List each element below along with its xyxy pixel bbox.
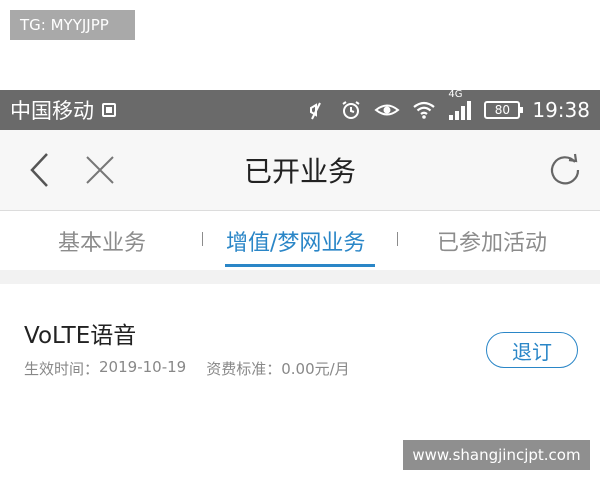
refresh-button[interactable] bbox=[545, 150, 585, 190]
refresh-icon bbox=[550, 153, 580, 185]
section-divider bbox=[0, 270, 600, 284]
tab-divider bbox=[397, 232, 398, 246]
watermark: www.shangjincjpt.com bbox=[403, 440, 590, 470]
tab-bar: 基本业务 增值/梦网业务 已参加活动 bbox=[0, 211, 600, 270]
nav-bar: 已开业务 bbox=[0, 130, 600, 211]
back-icon bbox=[30, 153, 48, 187]
fee-value: 0.00元/月 bbox=[281, 360, 350, 378]
tab-label: 增值/梦网业务 bbox=[226, 230, 366, 256]
tab-label: 基本业务 bbox=[58, 230, 147, 256]
tg-badge: TG: MYYJJPP bbox=[10, 10, 135, 40]
tab-value-added-services[interactable]: 增值/梦网业务 bbox=[226, 211, 365, 270]
tg-label: TG: MYYJJPP bbox=[20, 16, 109, 34]
unsubscribe-button[interactable]: 退订 bbox=[486, 332, 578, 368]
battery-icon: 80 bbox=[484, 101, 524, 119]
wifi-icon bbox=[412, 100, 436, 120]
network-type: 4G bbox=[448, 89, 463, 100]
service-name: VoLTE语音 bbox=[24, 323, 137, 349]
active-tab-indicator bbox=[225, 264, 375, 267]
tab-joined-activities[interactable]: 已参加活动 bbox=[437, 211, 547, 270]
watermark-text: www.shangjincjpt.com bbox=[412, 446, 581, 464]
status-bar: 中国移动 4G 80 19:38 bbox=[0, 89, 600, 130]
carrier-name: 中国移动 bbox=[10, 99, 94, 123]
service-meta: 生效时间： 2019-10-19 资费标准： 0.00元/月 bbox=[24, 358, 350, 379]
clock: 19:38 bbox=[532, 98, 590, 122]
tab-label: 已参加活动 bbox=[437, 230, 548, 256]
close-button[interactable] bbox=[80, 150, 120, 190]
effective-label: 生效时间： bbox=[24, 360, 100, 378]
battery-level: 80 bbox=[494, 103, 510, 117]
tab-divider bbox=[202, 232, 203, 246]
eye-icon bbox=[374, 99, 400, 121]
back-button[interactable] bbox=[20, 150, 60, 190]
sim-icon bbox=[102, 103, 116, 117]
status-icons: 4G 80 19:38 bbox=[306, 89, 590, 122]
close-icon bbox=[86, 156, 114, 184]
fee-label: 资费标准： bbox=[206, 360, 282, 378]
alarm-icon bbox=[340, 99, 362, 121]
service-item: VoLTE语音 生效时间： 2019-10-19 资费标准： 0.00元/月 退… bbox=[0, 284, 600, 404]
signal-icon: 4G bbox=[448, 89, 472, 121]
mute-icon bbox=[306, 99, 328, 121]
effective-date: 2019-10-19 bbox=[99, 358, 187, 376]
tab-basic-services[interactable]: 基本业务 bbox=[58, 211, 146, 270]
